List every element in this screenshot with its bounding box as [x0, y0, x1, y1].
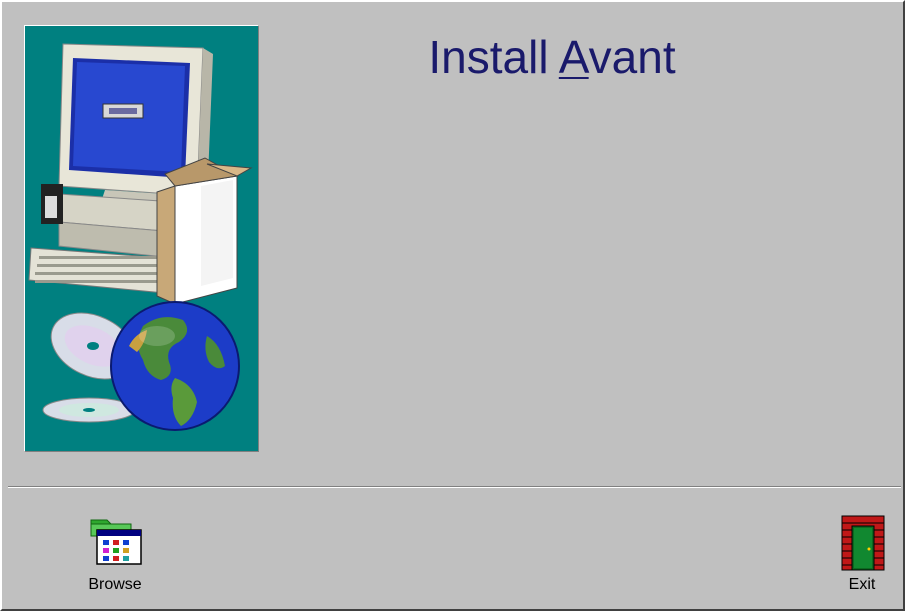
exit-label: Exit: [848, 576, 876, 593]
globe-icon: [110, 301, 240, 431]
desktop-computer-icon: [28, 184, 176, 295]
title-suffix: vant: [588, 31, 676, 83]
folder-window-icon: [90, 519, 142, 565]
title-accelerator-key: A: [558, 31, 589, 83]
browse-label: Browse: [88, 576, 142, 593]
installer-window: Install Avant Browse Exit: [0, 0, 905, 611]
title-prefix: Install: [428, 31, 559, 83]
installer-artwork: [24, 25, 259, 452]
brick-doorway-exit-icon: [841, 515, 885, 571]
browse-button[interactable]: Browse: [70, 512, 160, 604]
computer-globe-illustration: [28, 43, 253, 431]
separator-line: [8, 486, 901, 488]
page-title: Install Avant: [377, 30, 727, 84]
exit-button[interactable]: Exit: [817, 512, 905, 604]
software-box-icon: [156, 157, 253, 305]
